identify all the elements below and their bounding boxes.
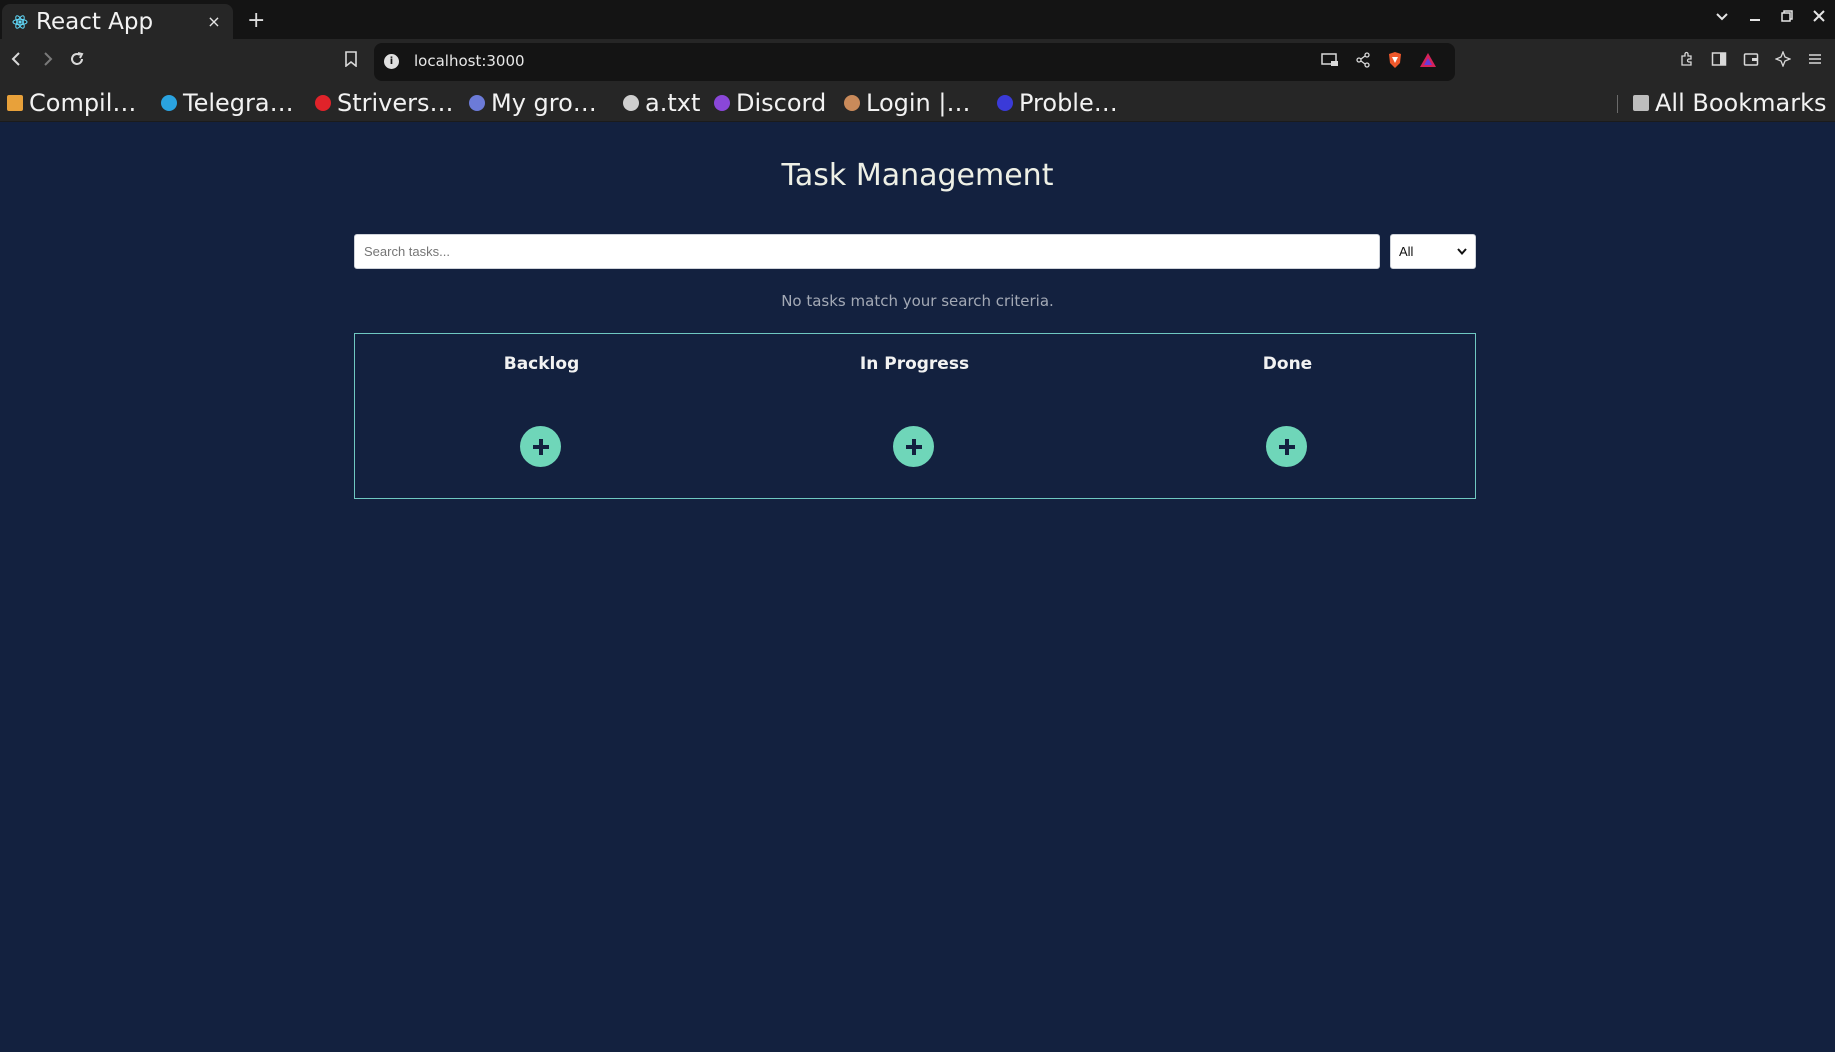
browser-tab[interactable]: React App × <box>2 4 233 39</box>
discord-icon <box>714 95 730 111</box>
plus-icon <box>532 438 549 455</box>
add-task-button-backlog[interactable] <box>520 426 561 467</box>
column-in-progress: In Progress <box>728 334 1101 498</box>
tab-title: React App <box>36 8 154 35</box>
window-controls <box>1715 8 1825 26</box>
sidebar-icon[interactable] <box>1711 51 1727 71</box>
cast-icon[interactable] <box>1321 52 1339 72</box>
problem-icon <box>997 95 1013 111</box>
plus-icon <box>1278 438 1295 455</box>
bookmark-label: Discord <box>736 89 827 117</box>
leo-ai-icon[interactable] <box>1774 50 1792 71</box>
wallet-icon[interactable] <box>1743 51 1759 71</box>
extensions-icon[interactable] <box>1679 51 1695 71</box>
all-bookmarks-label: All Bookmarks <box>1655 89 1827 117</box>
bookmark-item[interactable]: Login |… <box>844 89 970 117</box>
task-board: Backlog In Progress Done <box>354 333 1476 499</box>
bookmark-item[interactable]: Telegra… <box>161 89 294 117</box>
bookmark-label: Compil… <box>29 89 137 117</box>
folder-icon <box>1633 95 1649 111</box>
tuf-icon <box>315 95 331 111</box>
app-page: Task Management All No tasks match your … <box>0 122 1835 1052</box>
close-tab-icon[interactable]: × <box>205 12 223 31</box>
menu-icon[interactable] <box>1807 51 1823 71</box>
maximize-icon[interactable] <box>1781 8 1793 26</box>
bookmarks-bar: Compil… Telegra… Strivers… My gro… a.txt… <box>0 85 1835 122</box>
browser-toolbar: i localhost:3000 <box>0 39 1835 85</box>
bookmark-item[interactable]: Compil… <box>7 89 136 117</box>
share-icon[interactable] <box>1355 52 1371 72</box>
brave-rewards-icon[interactable] <box>1419 52 1437 72</box>
address-bar[interactable]: i localhost:3000 <box>374 43 1455 81</box>
column-backlog: Backlog <box>355 334 728 498</box>
column-title: Backlog <box>503 354 580 374</box>
add-task-button-done[interactable] <box>1266 426 1307 467</box>
filter-selected-value: All <box>1399 244 1414 259</box>
column-title: Done <box>1262 354 1313 374</box>
page-title: Task Management <box>781 158 1054 193</box>
all-bookmarks-button[interactable]: All Bookmarks <box>1633 89 1826 117</box>
extension-toolbar <box>1679 50 1823 71</box>
status-filter-select[interactable]: All <box>1390 234 1476 269</box>
bookmarks-divider <box>1617 95 1618 113</box>
forward-icon[interactable] <box>36 51 58 72</box>
bookmark-icon[interactable] <box>340 51 362 72</box>
bookmark-item[interactable]: Strivers… <box>315 89 454 117</box>
site-info-icon[interactable]: i <box>384 54 399 69</box>
bookmark-label: My gro… <box>491 89 597 117</box>
plus-icon <box>905 438 922 455</box>
new-tab-button[interactable]: + <box>247 8 265 33</box>
bookmark-label: Strivers… <box>337 89 454 117</box>
address-url: localhost:3000 <box>414 52 525 70</box>
login-icon <box>844 95 860 111</box>
bookmark-item[interactable]: Discord <box>714 89 826 117</box>
bookmark-item[interactable]: My gro… <box>469 89 597 117</box>
group-icon <box>469 95 485 111</box>
tab-list-chevron-icon[interactable] <box>1715 8 1729 26</box>
bookmark-label: Login |… <box>866 89 971 117</box>
globe-icon <box>623 95 639 111</box>
react-icon <box>12 14 28 30</box>
bookmark-label: a.txt <box>645 89 701 117</box>
cc-icon <box>7 95 23 111</box>
bookmark-label: Proble… <box>1019 89 1118 117</box>
bookmark-label: Telegra… <box>183 89 294 117</box>
bookmark-item[interactable]: Proble… <box>997 89 1118 117</box>
close-window-icon[interactable] <box>1813 8 1825 26</box>
search-input[interactable] <box>354 234 1380 269</box>
minimize-icon[interactable] <box>1749 8 1761 26</box>
column-title: In Progress <box>859 354 970 374</box>
reload-icon[interactable] <box>66 51 88 72</box>
tab-bar: React App × + <box>0 0 1835 39</box>
chevron-down-icon <box>1457 246 1467 258</box>
brave-shields-icon[interactable] <box>1387 51 1403 73</box>
back-icon[interactable] <box>6 51 28 72</box>
empty-state-message: No tasks match your search criteria. <box>781 292 1054 310</box>
telegram-icon <box>161 95 177 111</box>
column-done: Done <box>1101 334 1474 498</box>
add-task-button-in-progress[interactable] <box>893 426 934 467</box>
bookmark-item[interactable]: a.txt <box>623 89 700 117</box>
